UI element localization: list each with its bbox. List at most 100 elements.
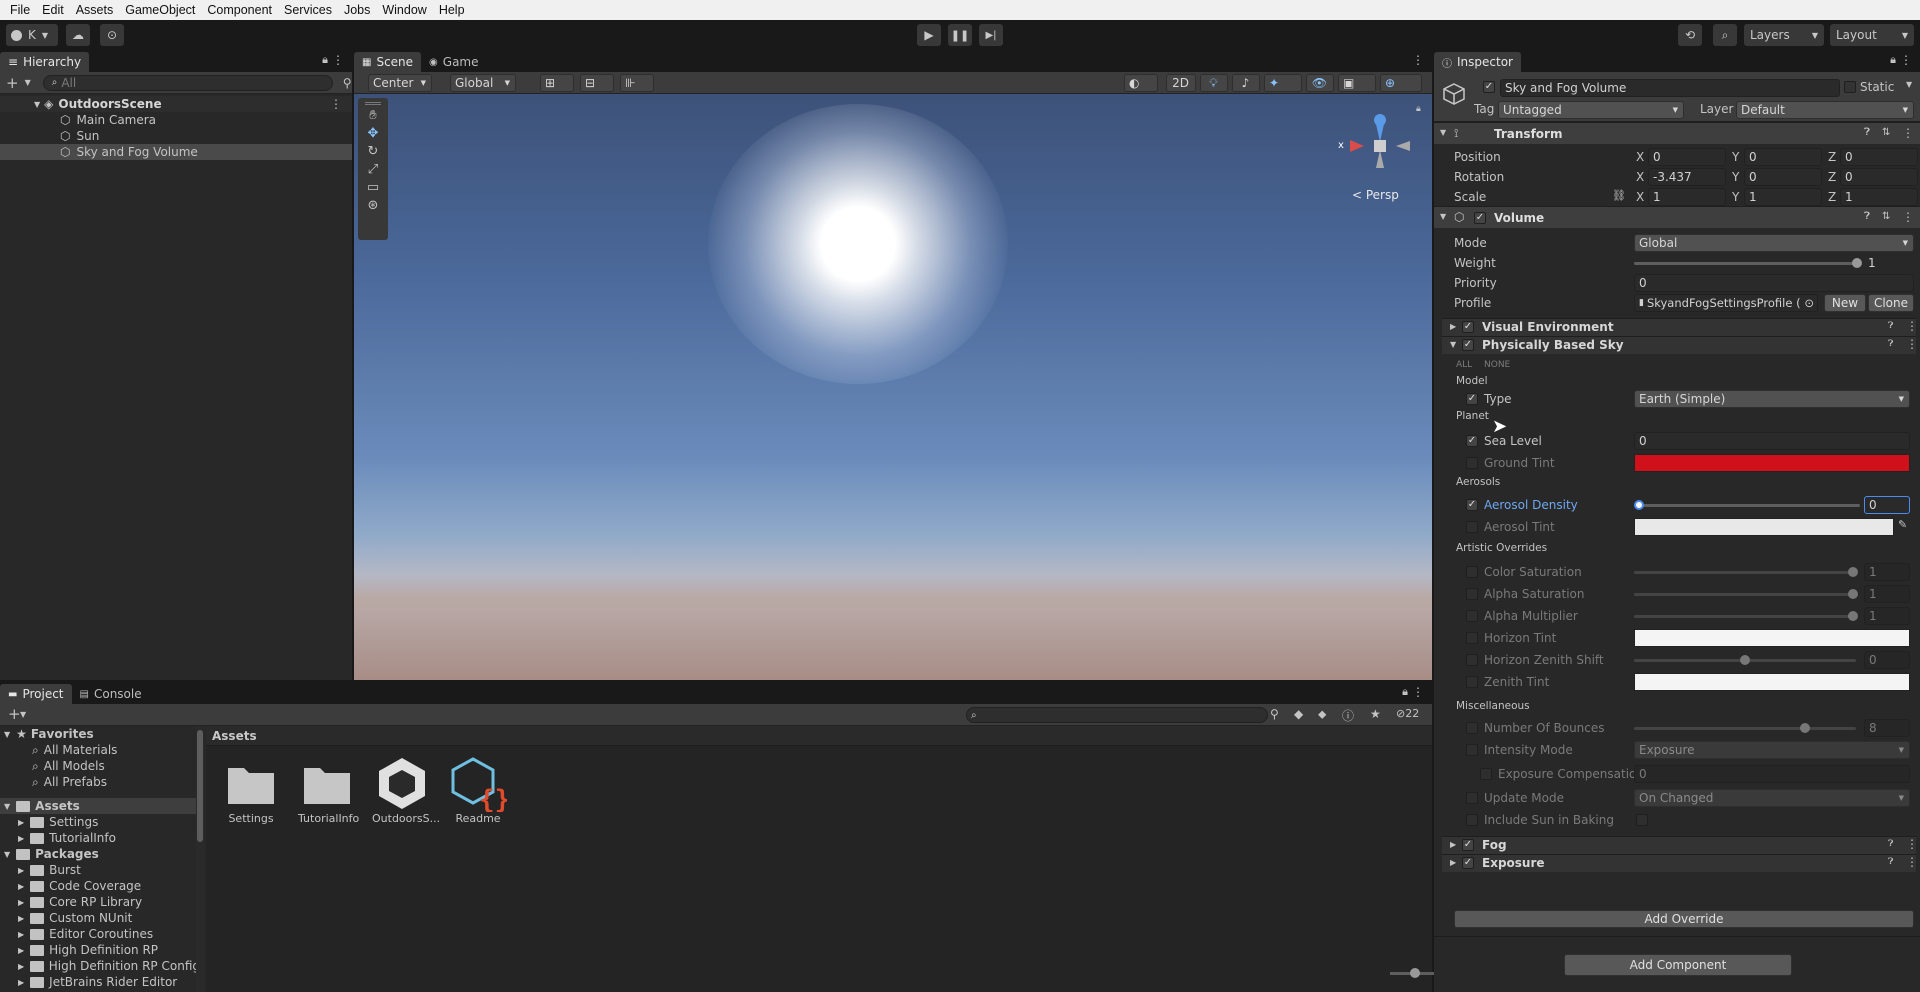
expand-arrow-icon[interactable]: ▼ bbox=[1440, 212, 1446, 221]
transform-tool-icon[interactable]: ⊛ bbox=[368, 198, 379, 213]
expand-arrow-icon[interactable]: ▼ bbox=[4, 802, 10, 811]
override-enable-checkbox[interactable]: ✓ bbox=[1462, 321, 1474, 333]
expand-arrow-icon[interactable]: ▶ bbox=[18, 818, 24, 827]
override-fog[interactable]: ▶ ✓ Fog ❓︎ ⋮ bbox=[1442, 836, 1918, 854]
layers-dropdown[interactable]: Layers ▼ bbox=[1744, 24, 1824, 46]
lock-icon[interactable]: 🔒︎ bbox=[1416, 104, 1421, 114]
horizon-zenith-shift-override-checkbox[interactable] bbox=[1466, 654, 1478, 666]
lock-icon[interactable]: 🔒︎ bbox=[1402, 685, 1408, 699]
sea-level-input[interactable]: 0 bbox=[1634, 432, 1910, 450]
more-menu-icon[interactable]: ⋮ bbox=[1412, 53, 1424, 67]
transform-header[interactable]: ▼ ⟟ Transform ❓︎ ⇅ ⋮ bbox=[1434, 122, 1920, 144]
exposure-compensation-override-checkbox[interactable] bbox=[1480, 768, 1492, 780]
mode-dropdown[interactable]: Global ▼ bbox=[1634, 234, 1914, 252]
menu-services[interactable]: Services bbox=[278, 3, 338, 17]
add-icon[interactable]: + bbox=[6, 74, 19, 92]
menu-assets[interactable]: Assets bbox=[70, 3, 120, 17]
filter-icon[interactable]: ⚲ bbox=[343, 76, 352, 90]
more-menu-icon[interactable]: ⋮ bbox=[1906, 319, 1918, 333]
more-menu-icon[interactable]: ⋮ bbox=[1902, 210, 1914, 224]
step-button[interactable]: ▶| bbox=[979, 24, 1003, 46]
all-toggle[interactable]: ALL bbox=[1456, 360, 1472, 370]
expand-arrow-icon[interactable]: ▶ bbox=[18, 978, 24, 987]
chevron-down-icon[interactable]: ▼ bbox=[1906, 80, 1912, 89]
search-button[interactable]: ⌕ bbox=[1713, 24, 1737, 46]
type-dropdown[interactable]: Earth (Simple) ▼ bbox=[1634, 390, 1910, 408]
sea-level-override-checkbox[interactable]: ✓ bbox=[1466, 435, 1478, 447]
scene-viewport[interactable]: ✋︎ ✥ ↻ ⤢ ▭ ⊛ x 🔒︎ < Persp bbox=[354, 94, 1432, 680]
hand-tool-icon[interactable]: ✋︎ bbox=[369, 108, 376, 123]
grid-snap-button[interactable]: ⊞ bbox=[540, 74, 574, 92]
slider-knob[interactable] bbox=[1852, 258, 1862, 268]
expand-arrow-icon[interactable]: ▶ bbox=[18, 962, 24, 971]
type-filter-icon[interactable]: ◆ bbox=[1294, 707, 1303, 721]
scrollbar-thumb[interactable] bbox=[197, 730, 203, 842]
effects-dropdown[interactable]: ✦ bbox=[1264, 74, 1302, 92]
horizon-tint-override-checkbox[interactable] bbox=[1466, 632, 1478, 644]
exposure-compensation-input[interactable]: 0 bbox=[1634, 765, 1910, 783]
aerosol-density-override-checkbox[interactable]: ✓ bbox=[1466, 499, 1478, 511]
horizon-zenith-shift-input[interactable]: 0 bbox=[1864, 651, 1910, 669]
search-filter-icon[interactable]: ⚲ bbox=[1270, 707, 1279, 721]
override-enable-checkbox[interactable]: ✓ bbox=[1462, 857, 1474, 869]
intensity-mode-override-checkbox[interactable] bbox=[1466, 744, 1478, 756]
color-saturation-slider[interactable] bbox=[1634, 567, 1858, 577]
expand-arrow-icon[interactable]: ▶ bbox=[18, 866, 24, 875]
more-menu-icon[interactable]: ⋮ bbox=[1900, 53, 1912, 67]
hierarchy-item[interactable]: ⬡ Main Camera bbox=[0, 112, 352, 128]
slider-knob[interactable] bbox=[1848, 589, 1858, 599]
aerosol-tint-override-checkbox[interactable] bbox=[1466, 521, 1478, 533]
menu-edit[interactable]: Edit bbox=[36, 3, 70, 17]
asset-tile[interactable]: TutorialInfo bbox=[298, 762, 359, 825]
update-mode-dropdown[interactable]: On Changed ▼ bbox=[1634, 789, 1910, 807]
lock-icon[interactable]: 🔒︎ bbox=[322, 53, 328, 67]
add-component-button[interactable]: Add Component bbox=[1564, 954, 1792, 976]
tab-project[interactable]: ▬ Project bbox=[0, 684, 72, 704]
alpha-multiplier-override-checkbox[interactable] bbox=[1466, 610, 1478, 622]
lock-icon[interactable]: 🔒︎ bbox=[1890, 53, 1896, 67]
bounces-input[interactable]: 8 bbox=[1864, 719, 1910, 737]
position-z-input[interactable]: 0 bbox=[1840, 148, 1918, 166]
expand-arrow-icon[interactable]: ▼ bbox=[1440, 128, 1446, 137]
snap-increment-button[interactable]: ⊟ bbox=[580, 74, 614, 92]
help-icon[interactable]: ❓︎ bbox=[1888, 339, 1893, 349]
star-icon[interactable]: ★ bbox=[1370, 707, 1381, 721]
camera-dropdown[interactable]: ▣ bbox=[1338, 74, 1376, 92]
override-visual-environment[interactable]: ▶ ✓ Visual Environment ❓︎ ⋮ bbox=[1442, 318, 1918, 336]
menu-gameobject[interactable]: GameObject bbox=[119, 3, 201, 17]
assets-header[interactable]: ▼ Assets bbox=[0, 798, 200, 814]
priority-input[interactable]: 0 bbox=[1634, 274, 1914, 292]
favorite-item[interactable]: ⌕ All Models bbox=[0, 758, 200, 774]
update-mode-override-checkbox[interactable] bbox=[1466, 792, 1478, 804]
position-x-input[interactable]: 0 bbox=[1648, 148, 1726, 166]
tree-scrollbar[interactable] bbox=[196, 726, 204, 992]
preset-icon[interactable]: ⇅ bbox=[1882, 127, 1890, 138]
zenith-tint-swatch[interactable] bbox=[1634, 673, 1910, 691]
expand-arrow-icon[interactable]: ▶ bbox=[1450, 858, 1456, 867]
alpha-multiplier-input[interactable]: 1 bbox=[1864, 607, 1910, 625]
override-enable-checkbox[interactable]: ✓ bbox=[1462, 839, 1474, 851]
tab-inspector[interactable]: ⓘ Inspector bbox=[1434, 52, 1521, 72]
package-item[interactable]: ▶ High Definition RP Config bbox=[0, 958, 200, 974]
none-toggle[interactable]: NONE bbox=[1484, 360, 1510, 370]
override-physically-based-sky[interactable]: ▼ ✓ Physically Based Sky ❓︎ ⋮ bbox=[1442, 336, 1918, 354]
breadcrumb-assets[interactable]: Assets bbox=[212, 729, 257, 743]
hierarchy-item[interactable]: ⬡ Sun bbox=[0, 128, 352, 144]
intensity-mode-dropdown[interactable]: Exposure ▼ bbox=[1634, 741, 1910, 759]
rect-tool-icon[interactable]: ▭ bbox=[367, 180, 379, 195]
slider-knob[interactable] bbox=[1848, 611, 1858, 621]
expand-arrow-icon[interactable]: ▶ bbox=[18, 834, 24, 843]
bounces-slider[interactable] bbox=[1634, 723, 1856, 733]
more-menu-icon[interactable]: ⋮ bbox=[332, 53, 344, 67]
package-item[interactable]: ▶ Custom NUnit bbox=[0, 910, 200, 926]
eyedropper-icon[interactable]: ✎ bbox=[1898, 518, 1907, 531]
rotation-y-input[interactable]: 0 bbox=[1744, 168, 1822, 186]
slider-knob[interactable] bbox=[1740, 655, 1750, 665]
override-enable-checkbox[interactable]: ✓ bbox=[1462, 339, 1474, 351]
label-filter-icon[interactable]: ⬥ bbox=[1318, 707, 1326, 722]
weight-slider[interactable] bbox=[1634, 258, 1862, 268]
menu-help[interactable]: Help bbox=[433, 3, 471, 17]
layer-dropdown[interactable]: Default ▼ bbox=[1736, 101, 1914, 119]
ground-tint-swatch[interactable] bbox=[1634, 454, 1910, 472]
move-tool-icon[interactable]: ✥ bbox=[368, 126, 379, 141]
